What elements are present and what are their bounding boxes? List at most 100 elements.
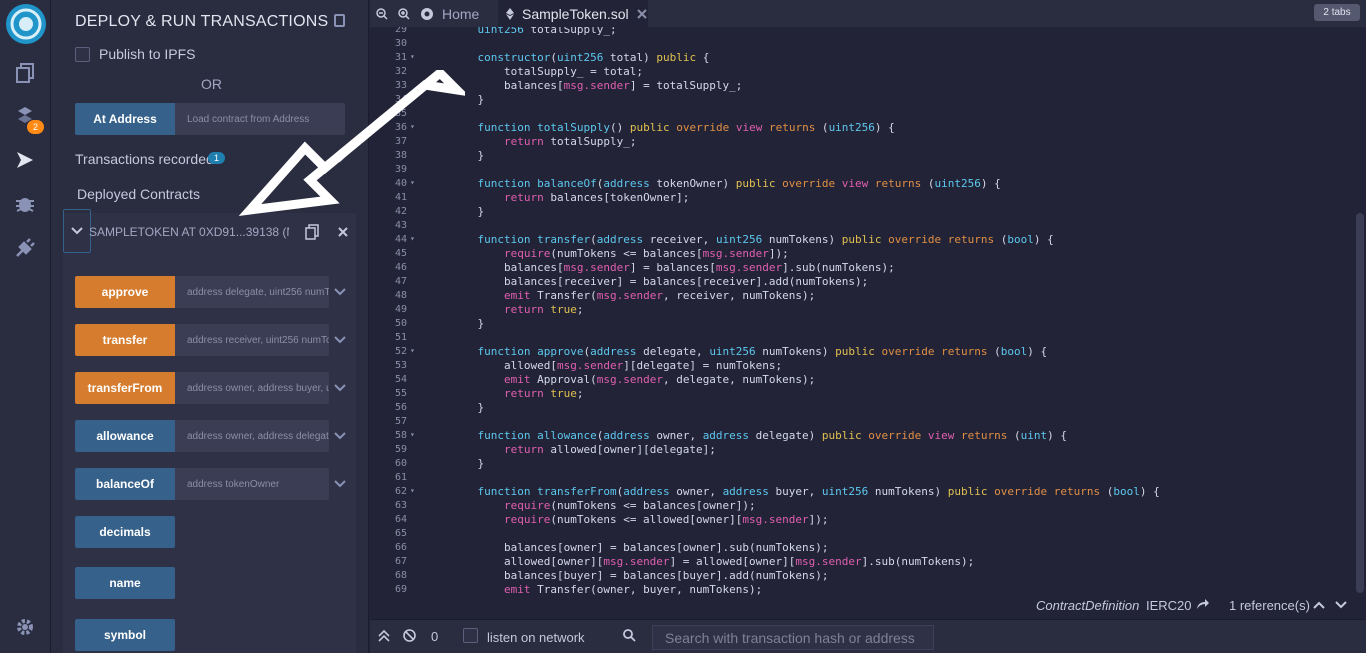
code-line[interactable]: 52 ▾ function approve(address delegate, u…: [370, 345, 1356, 359]
code-line[interactable]: 69 emit Transfer(owner, buyer, numTokens…: [370, 583, 1356, 597]
documentation-icon[interactable]: [334, 14, 345, 27]
code-line[interactable]: 33 balances[msg.sender] = totalSupply_;: [370, 79, 1356, 93]
code-line[interactable]: 64 require(numTokens <= allowed[owner][m…: [370, 513, 1356, 527]
function-expand-icon[interactable]: [334, 382, 346, 394]
code-line[interactable]: 42 }: [370, 205, 1356, 219]
code-editor[interactable]: 29 uint256 totalSupply_; 30 31 ▾ constructo…: [370, 27, 1356, 597]
code-line[interactable]: 62 ▾ function transferFrom(address owner,…: [370, 485, 1356, 499]
code-line[interactable]: 45 require(numTokens <= balances[msg.sen…: [370, 247, 1356, 261]
copy-address-icon[interactable]: [305, 224, 319, 240]
code-line[interactable]: 53 allowed[msg.sender][delegate] = numTo…: [370, 359, 1356, 373]
code-line[interactable]: 46 balances[msg.sender] = balances[msg.s…: [370, 261, 1356, 275]
code-line[interactable]: 30: [370, 37, 1356, 51]
code-line[interactable]: 38 }: [370, 149, 1356, 163]
code-line[interactable]: 32 totalSupply_ = total;: [370, 65, 1356, 79]
code-line[interactable]: 56 }: [370, 401, 1356, 415]
remove-instance-icon[interactable]: [337, 226, 349, 238]
code-line[interactable]: 47 balances[receiver] = balances[receive…: [370, 275, 1356, 289]
chevron-up-icon[interactable]: [1313, 598, 1325, 613]
code-line[interactable]: 29 uint256 totalSupply_;: [370, 27, 1356, 37]
remix-logo-icon[interactable]: [6, 4, 46, 44]
close-tab-icon[interactable]: [636, 8, 647, 19]
code-line[interactable]: 49 return true;: [370, 303, 1356, 317]
code-line[interactable]: 31 ▾ constructor(uint256 total) public {: [370, 51, 1356, 65]
code-line[interactable]: 39: [370, 163, 1356, 177]
chevron-down-icon[interactable]: [1335, 598, 1347, 613]
plugin-icon[interactable]: [13, 236, 37, 260]
code-line[interactable]: 60 }: [370, 457, 1356, 471]
zoom-out-icon[interactable]: [376, 0, 392, 27]
function-button-transferfrom[interactable]: transferFrom: [75, 372, 175, 404]
at-address-button[interactable]: At Address: [75, 103, 175, 135]
home-icon[interactable]: [420, 0, 434, 27]
toggle-terminal-icon[interactable]: [378, 629, 390, 645]
function-expand-icon[interactable]: [334, 430, 346, 442]
listen-network-checkbox[interactable]: [463, 628, 478, 643]
at-address-input[interactable]: Load contract from Address: [175, 103, 345, 135]
fold-chevron-icon[interactable]: ▾: [410, 52, 415, 61]
code-line[interactable]: 63 require(numTokens <= balances[owner])…: [370, 499, 1356, 513]
transactions-recorded-label[interactable]: Transactions recorded: [75, 151, 214, 167]
transaction-search-input[interactable]: Search with transaction hash or address: [652, 625, 934, 650]
function-input-allowance[interactable]: address owner, address delegate: [175, 420, 329, 452]
function-button-allowance[interactable]: allowance: [75, 420, 175, 452]
function-input-balanceof[interactable]: address tokenOwner: [175, 468, 329, 500]
transactions-chevron-icon[interactable]: [334, 153, 346, 165]
code-line[interactable]: 48 emit Transfer(msg.sender, receiver, n…: [370, 289, 1356, 303]
debugger-icon[interactable]: [13, 191, 37, 215]
code-line[interactable]: 35: [370, 107, 1356, 121]
code-line[interactable]: 43: [370, 219, 1356, 233]
code-line[interactable]: 65: [370, 527, 1356, 541]
instance-expand-icon[interactable]: [71, 225, 83, 237]
function-button-transfer[interactable]: transfer: [75, 324, 175, 356]
file-explorer-icon[interactable]: [13, 61, 37, 85]
clear-console-icon[interactable]: [403, 629, 416, 645]
fold-chevron-icon[interactable]: ▾: [410, 178, 415, 187]
publish-ipfs-checkbox[interactable]: [75, 47, 90, 62]
settings-icon[interactable]: [13, 615, 37, 639]
tabs-count-badge[interactable]: 2 tabs: [1314, 4, 1360, 21]
goto-definition-icon[interactable]: [1196, 598, 1210, 613]
code-line[interactable]: 59 return allowed[owner][delegate];: [370, 443, 1356, 457]
code-text: totalSupply_ = total;: [451, 65, 644, 78]
fold-chevron-icon[interactable]: ▾: [410, 346, 415, 355]
code-line[interactable]: 58 ▾ function allowance(address owner, ad…: [370, 429, 1356, 443]
code-line[interactable]: 51: [370, 331, 1356, 345]
fold-chevron-icon[interactable]: ▾: [410, 234, 415, 243]
compiler-badge: 2: [27, 120, 44, 134]
function-input-approve[interactable]: address delegate, uint256 numTokens: [175, 276, 329, 308]
function-expand-icon[interactable]: [334, 334, 346, 346]
function-button-balanceof[interactable]: balanceOf: [75, 468, 175, 500]
code-line[interactable]: 57: [370, 415, 1356, 429]
code-line[interactable]: 54 emit Approval(msg.sender, delegate, n…: [370, 373, 1356, 387]
function-button-decimals[interactable]: decimals: [75, 516, 175, 548]
fold-chevron-icon[interactable]: ▾: [410, 122, 415, 131]
deploy-icon[interactable]: [13, 148, 37, 172]
code-line[interactable]: 66 balances[owner] = balances[owner].sub…: [370, 541, 1356, 555]
fold-chevron-icon[interactable]: ▾: [410, 430, 415, 439]
function-input-transfer[interactable]: address receiver, uint256 numTokens: [175, 324, 329, 356]
function-button-symbol[interactable]: symbol: [75, 619, 175, 651]
code-line[interactable]: 67 allowed[owner][msg.sender] = allowed[…: [370, 555, 1356, 569]
code-line[interactable]: 61: [370, 471, 1356, 485]
code-line[interactable]: 41 return balances[tokenOwner];: [370, 191, 1356, 205]
editor-scrollbar[interactable]: [1356, 213, 1364, 593]
function-button-name[interactable]: name: [75, 567, 175, 599]
code-line[interactable]: 40 ▾ function balanceOf(address tokenOwne…: [370, 177, 1356, 191]
fold-chevron-icon[interactable]: ▾: [410, 486, 415, 495]
tab-sampletoken[interactable]: SampleToken.sol: [498, 0, 648, 27]
zoom-in-icon[interactable]: [398, 0, 414, 27]
function-expand-icon[interactable]: [334, 286, 346, 298]
code-line[interactable]: 34 }: [370, 93, 1356, 107]
code-line[interactable]: 68 balances[buyer] = balances[buyer].add…: [370, 569, 1356, 583]
code-line[interactable]: 36 ▾ function totalSupply() public overri…: [370, 121, 1356, 135]
code-line[interactable]: 50 }: [370, 317, 1356, 331]
function-input-transferfrom[interactable]: address owner, address buyer, uint256 nu…: [175, 372, 329, 404]
code-line[interactable]: 37 return totalSupply_;: [370, 135, 1356, 149]
code-line[interactable]: 55 return true;: [370, 387, 1356, 401]
function-button-approve[interactable]: approve: [75, 276, 175, 308]
code-line[interactable]: 44 ▾ function transfer(address receiver, …: [370, 233, 1356, 247]
code-text: uint256 totalSupply_;: [477, 27, 617, 36]
function-expand-icon[interactable]: [334, 478, 346, 490]
code-text: function totalSupply() public override v…: [477, 121, 895, 134]
